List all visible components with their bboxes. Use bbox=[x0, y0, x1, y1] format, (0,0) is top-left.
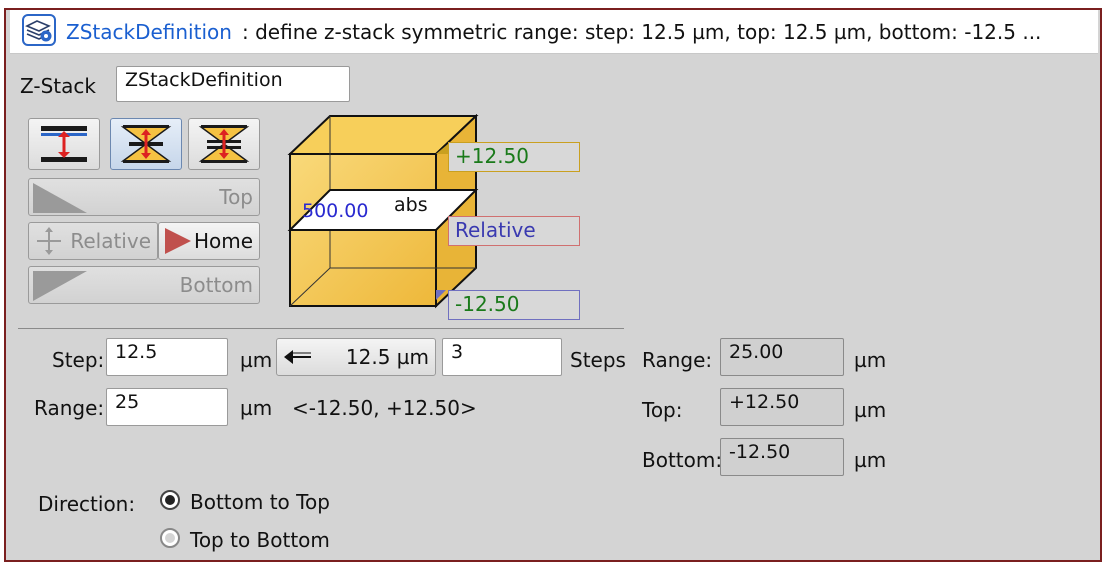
summary-range-unit: µm bbox=[854, 348, 887, 372]
summary-range-value: 25.00 bbox=[720, 338, 844, 376]
range-label: Range: bbox=[34, 396, 105, 420]
zstack-label: Z-Stack bbox=[20, 74, 96, 98]
direction-bottom-to-top-label[interactable]: Bottom to Top bbox=[190, 490, 330, 514]
title-name: ZStackDefinition bbox=[66, 20, 232, 44]
symmetric-range-icon bbox=[120, 125, 172, 163]
step-unit: µm bbox=[240, 348, 273, 372]
relative-button-label: Relative bbox=[70, 229, 151, 253]
step-transfer-label: 12.5 µm bbox=[345, 345, 429, 369]
zstack-settings-icon[interactable] bbox=[22, 14, 56, 46]
direction-label: Direction: bbox=[38, 492, 136, 516]
move-icon bbox=[37, 227, 61, 255]
separator bbox=[18, 328, 624, 329]
step-transfer-button[interactable]: 12.5 µm bbox=[276, 338, 436, 376]
steps-input[interactable]: 3 bbox=[442, 338, 562, 376]
top-bottom-range-icon bbox=[198, 125, 250, 163]
center-range-button[interactable] bbox=[28, 118, 100, 170]
arrow-left-icon bbox=[284, 350, 311, 364]
center-mode: abs bbox=[394, 194, 428, 216]
steps-label: Steps bbox=[570, 348, 626, 372]
triangle-top-icon bbox=[33, 183, 87, 213]
center-value: 500.00 bbox=[302, 200, 369, 222]
relative-button[interactable]: Relative bbox=[28, 222, 158, 260]
home-button[interactable]: Home bbox=[158, 222, 260, 260]
summary-top-unit: µm bbox=[854, 398, 887, 422]
triangle-bottom-icon bbox=[33, 271, 87, 301]
symmetric-range-button[interactable] bbox=[110, 118, 182, 170]
summary-range-label: Range: bbox=[642, 348, 713, 372]
range-input[interactable]: 25 bbox=[106, 388, 228, 426]
direction-bottom-to-top-radio[interactable] bbox=[160, 490, 180, 510]
range-interval: <-12.50, +12.50> bbox=[292, 396, 477, 420]
summary-top-label: Top: bbox=[642, 398, 683, 422]
step-label: Step: bbox=[52, 348, 105, 372]
center-range-icon bbox=[41, 126, 87, 162]
summary-bottom-unit: µm bbox=[854, 448, 887, 472]
top-button-label: Top bbox=[219, 185, 253, 209]
home-button-label: Home bbox=[193, 229, 253, 253]
summary-bottom-label: Bottom: bbox=[642, 448, 723, 472]
title-description: : define z-stack symmetric range: step: … bbox=[242, 20, 1042, 44]
zstack-name-input[interactable]: ZStackDefinition bbox=[116, 66, 350, 102]
title-bar: ZStackDefinition : define z-stack symmet… bbox=[10, 10, 1098, 54]
summary-top-value: +12.50 bbox=[720, 388, 844, 426]
direction-top-to-bottom-radio[interactable] bbox=[160, 528, 180, 548]
summary-bottom-value: -12.50 bbox=[720, 438, 844, 476]
bottom-button-label: Bottom bbox=[179, 273, 253, 297]
step-input[interactable]: 12.5 bbox=[106, 338, 228, 376]
range-unit: µm bbox=[240, 396, 273, 420]
top-offset-tag: +12.50 bbox=[448, 142, 580, 172]
top-bottom-range-button[interactable] bbox=[188, 118, 260, 170]
bottom-offset-tag: -12.50 bbox=[448, 290, 580, 320]
direction-top-to-bottom-label[interactable]: Top to Bottom bbox=[190, 528, 330, 552]
home-triangle-icon bbox=[165, 228, 191, 254]
relative-tag: Relative bbox=[448, 216, 580, 246]
bottom-button[interactable]: Bottom bbox=[28, 266, 260, 304]
top-button[interactable]: Top bbox=[28, 178, 260, 216]
